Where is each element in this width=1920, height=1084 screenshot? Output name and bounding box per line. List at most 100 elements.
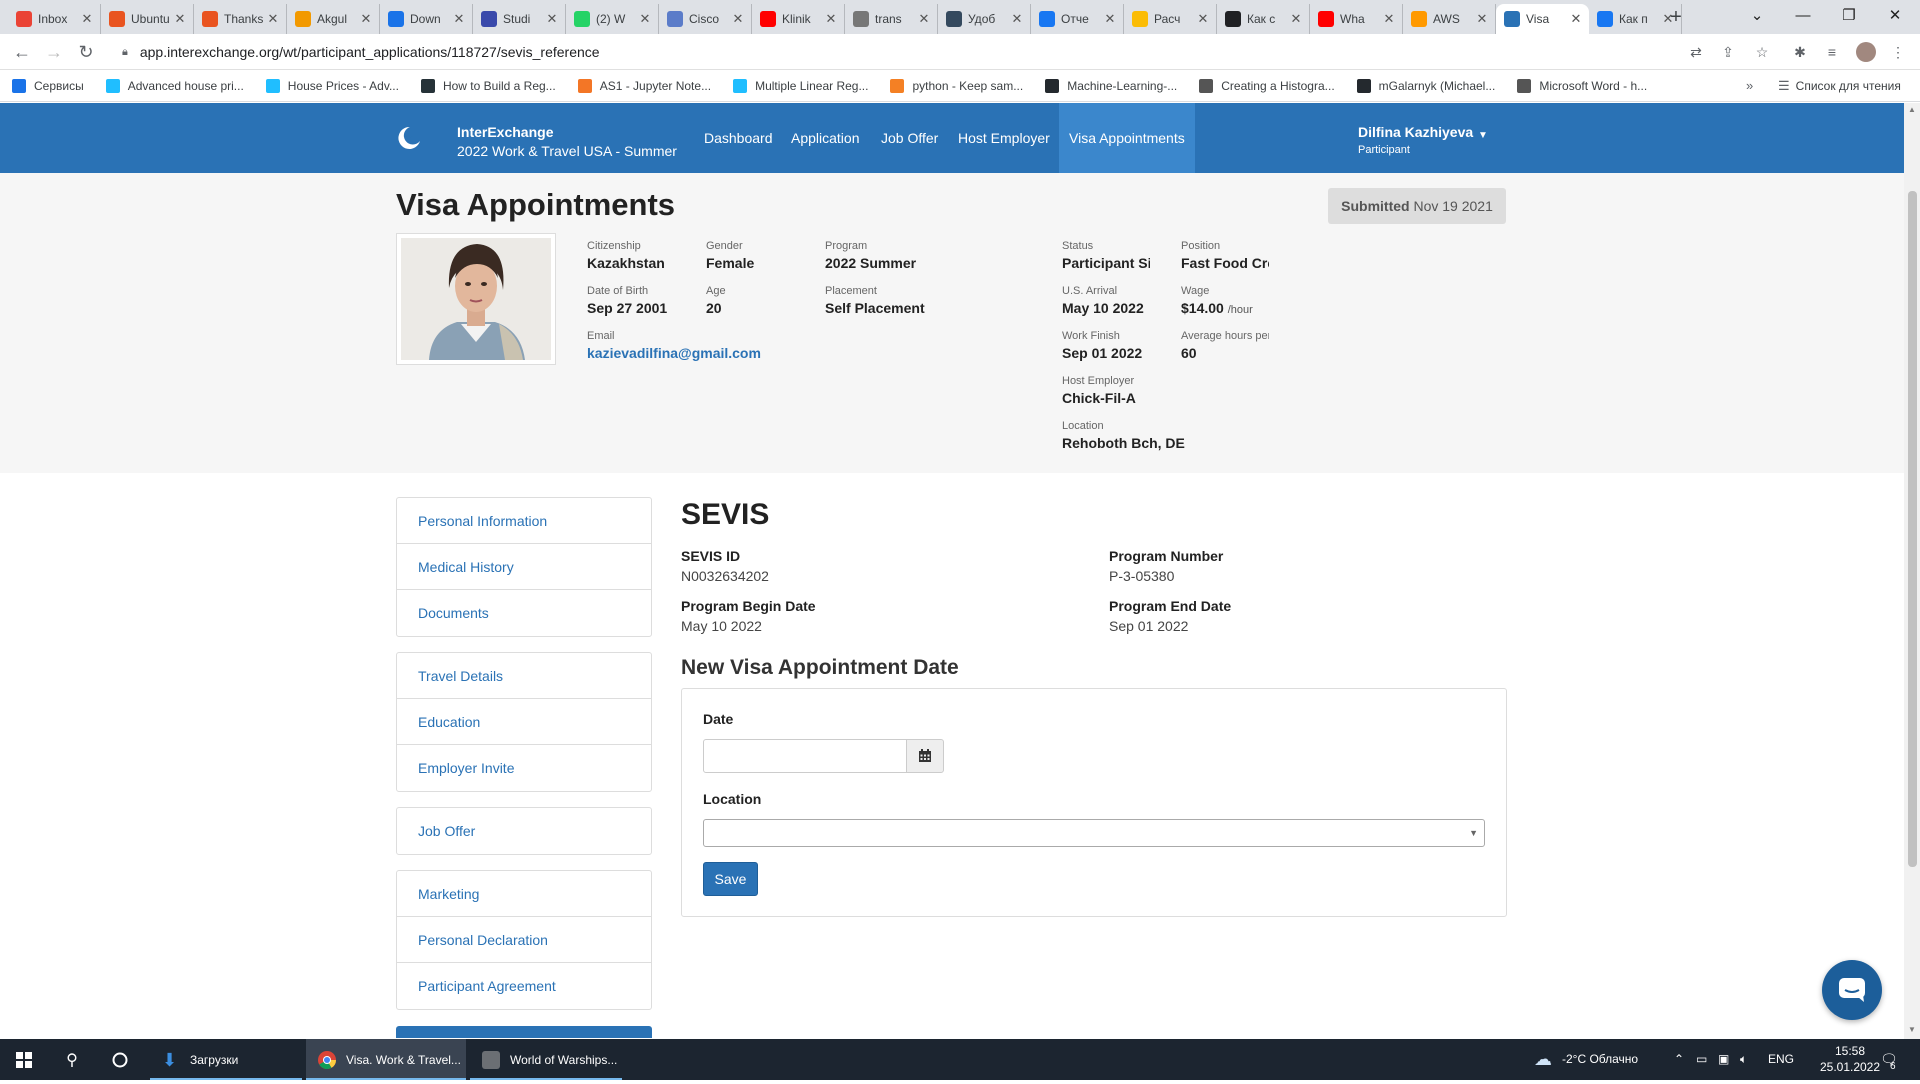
close-tab-icon[interactable]: ✕ (731, 11, 745, 27)
bookmark-item[interactable]: How to Build a Reg... (420, 78, 556, 93)
browser-tab[interactable]: Ubuntu ✕ (101, 4, 194, 34)
browser-tab[interactable]: Wha ✕ (1310, 4, 1403, 34)
browser-tab[interactable]: Klinik ✕ (752, 4, 845, 34)
sidebar-item-travel-details[interactable]: Travel Details (397, 653, 651, 699)
scroll-down-arrow-icon[interactable]: ▼ (1908, 1025, 1916, 1034)
reading-list-button[interactable]: ☰ Список для чтения (1778, 78, 1901, 94)
notification-center-icon[interactable]: 🗨︎ (1880, 1039, 1898, 1080)
interexchange-logo-icon[interactable] (396, 125, 422, 151)
browser-tab[interactable]: (2) W ✕ (566, 4, 659, 34)
close-tab-icon[interactable]: ✕ (1010, 11, 1024, 27)
weather-text[interactable]: -2°C Облачно (1562, 1039, 1638, 1080)
browser-tab[interactable]: Studi ✕ (473, 4, 566, 34)
close-tab-icon[interactable]: ✕ (1196, 11, 1210, 27)
location-select[interactable]: ▼ (703, 819, 1485, 847)
cortana-icon[interactable] (96, 1039, 144, 1080)
nav-job-offer[interactable]: Job Offer (871, 103, 948, 173)
bookmark-item[interactable]: Сервисы (12, 78, 84, 93)
back-arrow-icon[interactable]: ← (10, 40, 34, 64)
tray-device-icon[interactable]: ▭ (1696, 1039, 1707, 1080)
nav-host-employer[interactable]: Host Employer (948, 103, 1060, 173)
close-tab-icon[interactable]: ✕ (917, 11, 931, 27)
browser-tab[interactable]: Down ✕ (380, 4, 473, 34)
close-tab-icon[interactable]: ✕ (545, 11, 559, 27)
translate-icon[interactable]: ⇄ (1686, 42, 1706, 62)
sidebar-item-employer-invite[interactable]: Employer Invite (397, 745, 651, 791)
browser-tab-active[interactable]: Visa ✕ (1496, 4, 1589, 34)
page-scrollbar-thumb[interactable] (1908, 191, 1917, 867)
reload-icon[interactable]: ↻ (74, 40, 98, 64)
email-link[interactable]: kazievadilfina@gmail.com (587, 345, 761, 361)
tab-search-chevron-icon[interactable]: ⌄ (1734, 0, 1780, 34)
bookmark-item[interactable]: Multiple Linear Reg... (733, 78, 868, 93)
taskbar-app-chrome[interactable]: Visa. Work & Travel... (306, 1039, 466, 1080)
url-text[interactable]: app.interexchange.org/wt/participant_app… (140, 44, 600, 60)
close-window-button[interactable]: ✕ (1872, 0, 1918, 34)
close-tab-icon[interactable]: ✕ (266, 11, 280, 27)
windows-start-icon[interactable] (0, 1039, 48, 1080)
brand-block[interactable]: InterExchange 2022 Work & Travel USA - S… (457, 123, 677, 161)
page-scrollbar[interactable]: ▲ ▼ (1904, 103, 1920, 1039)
bookmark-item[interactable]: Machine-Learning-... (1045, 78, 1177, 93)
close-tab-icon[interactable]: ✕ (452, 11, 466, 27)
close-tab-icon[interactable]: ✕ (80, 11, 94, 27)
maximize-button[interactable]: ❐ (1826, 0, 1872, 34)
bookmark-item[interactable]: House Prices - Adv... (265, 78, 399, 93)
close-tab-icon[interactable]: ✕ (824, 11, 838, 27)
language-indicator[interactable]: ENG (1768, 1039, 1794, 1080)
nav-application[interactable]: Application (781, 103, 870, 173)
chat-widget-button[interactable] (1822, 960, 1882, 1020)
nav-visa-appointments[interactable]: Visa Appointments (1059, 103, 1195, 173)
browser-tab[interactable]: Удоб ✕ (938, 4, 1031, 34)
user-menu[interactable]: Dilfina Kazhiyeva Participant ▼ (1358, 123, 1488, 159)
close-tab-icon[interactable]: ✕ (1382, 11, 1396, 27)
sidebar-item-participant-agreement[interactable]: Participant Agreement (397, 963, 651, 1009)
close-tab-icon[interactable]: ✕ (1103, 11, 1117, 27)
sidebar-item-personal-information[interactable]: Personal Information (397, 498, 651, 544)
date-input[interactable] (703, 739, 907, 773)
browser-menu-icon[interactable]: ⋮ (1888, 42, 1908, 62)
sidebar-item-medical-history[interactable]: Medical History (397, 544, 651, 590)
network-icon[interactable]: ▣ (1718, 1039, 1729, 1080)
browser-tab[interactable]: trans ✕ (845, 4, 938, 34)
bookmark-item[interactable]: python - Keep sam... (890, 78, 1023, 93)
url-omnibox[interactable]: 🔒︎ app.interexchange.org/wt/participant_… (110, 38, 1690, 66)
media-queue-icon[interactable]: ≡ (1822, 42, 1842, 62)
browser-tab[interactable]: Отче ✕ (1031, 4, 1124, 34)
sidebar-item-documents[interactable]: Documents (397, 590, 651, 636)
clock[interactable]: 15:58 25.01.2022 (1812, 1043, 1888, 1084)
taskbar-app-downloads[interactable]: ⬇ Загрузки (150, 1039, 302, 1080)
profile-avatar-icon[interactable] (1856, 42, 1876, 62)
sidebar-action-button[interactable] (396, 1026, 652, 1038)
bookmark-item[interactable]: Creating a Histogra... (1199, 78, 1335, 93)
browser-tab[interactable]: Akgul ✕ (287, 4, 380, 34)
bookmark-item[interactable]: Advanced house pri... (105, 78, 244, 93)
browser-tab[interactable]: Cisco ✕ (659, 4, 752, 34)
extensions-puzzle-icon[interactable]: ✱ (1790, 42, 1810, 62)
save-button[interactable]: Save (703, 862, 758, 896)
close-tab-icon[interactable]: ✕ (1289, 11, 1303, 27)
bookmark-star-icon[interactable]: ☆ (1752, 42, 1772, 62)
minimize-button[interactable]: — (1780, 0, 1826, 34)
bookmark-item[interactable]: AS1 - Jupyter Note... (577, 78, 711, 93)
sidebar-item-personal-declaration[interactable]: Personal Declaration (397, 917, 651, 963)
calendar-button[interactable] (906, 739, 944, 773)
search-icon[interactable]: ⚲ (48, 1039, 96, 1080)
volume-icon[interactable]: 🔈︎ (1740, 1039, 1747, 1080)
bookmark-item[interactable]: Microsoft Word - h... (1517, 78, 1647, 93)
close-tab-icon[interactable]: ✕ (1475, 11, 1489, 27)
taskbar-app-warships[interactable]: World of Warships... (470, 1039, 622, 1080)
browser-tab[interactable]: AWS ✕ (1403, 4, 1496, 34)
tray-chevron-up-icon[interactable]: ⌃ (1674, 1039, 1684, 1080)
close-tab-icon[interactable]: ✕ (638, 11, 652, 27)
sidebar-item-education[interactable]: Education (397, 699, 651, 745)
sidebar-item-marketing[interactable]: Marketing (397, 871, 651, 917)
close-tab-icon[interactable]: ✕ (359, 11, 373, 27)
browser-tab[interactable]: Inbox ✕ (8, 4, 101, 34)
more-bookmarks-chevron-icon[interactable]: » (1746, 78, 1753, 93)
browser-tab[interactable]: Расч ✕ (1124, 4, 1217, 34)
browser-tab[interactable]: Как с ✕ (1217, 4, 1310, 34)
weather-cloud-icon[interactable]: ☁ (1534, 1039, 1552, 1080)
close-tab-icon[interactable]: ✕ (173, 11, 187, 27)
close-tab-icon[interactable]: ✕ (1569, 11, 1583, 27)
